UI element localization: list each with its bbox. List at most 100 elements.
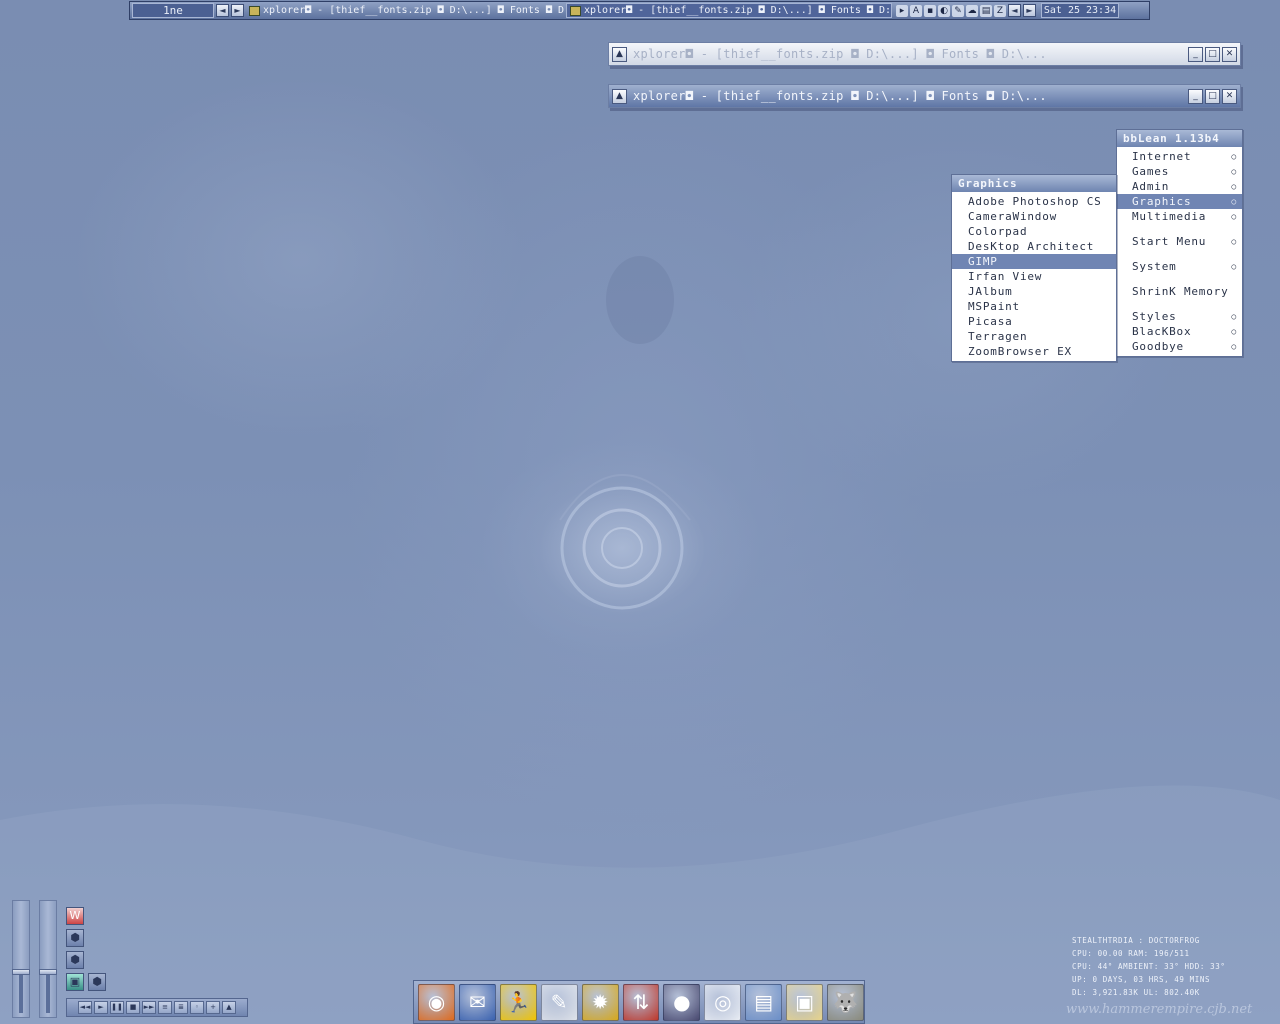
menu-item-start-menu[interactable]: Start Menu ○	[1117, 234, 1242, 249]
menu-item-blackbox[interactable]: BlacKBox ○	[1117, 324, 1242, 339]
folder-icon[interactable]: ▤	[980, 4, 992, 17]
media-eq-button[interactable]: ≡	[158, 1001, 172, 1014]
square-icon[interactable]: ▣	[66, 973, 84, 991]
system-monitor: STEALTHTRDIA : DOCTORFROG CPU: 00.00 RAM…	[1072, 934, 1272, 999]
menu-item-terragen[interactable]: Terragen	[952, 329, 1116, 344]
menu-item-gimp[interactable]: GIMP	[952, 254, 1116, 269]
menu-item-multimedia[interactable]: Multimedia ○	[1117, 209, 1242, 224]
menu-item-goodbye[interactable]: Goodbye ○	[1117, 339, 1242, 354]
tray-prev-button[interactable]: ◄	[1008, 4, 1021, 17]
volume-slider-1[interactable]	[12, 900, 30, 1018]
media-prev-button[interactable]: ◄◄	[78, 1001, 92, 1014]
menu-item-admin[interactable]: Admin ○	[1117, 179, 1242, 194]
menu-item-games[interactable]: Games ○	[1117, 164, 1242, 179]
cloud-icon[interactable]: ☁	[966, 4, 978, 17]
menu-item-label: Adobe Photoshop CS	[968, 195, 1102, 208]
thunderbird-icon[interactable]: ✉	[458, 983, 496, 1021]
network-computer-icon[interactable]: ▤	[745, 983, 783, 1021]
menu-item-camerawindow[interactable]: CameraWindow	[952, 209, 1116, 224]
explorer-window-active[interactable]: ▲ xplorer◘ - [thief__fonts.zip ◘ D:\...]…	[608, 84, 1241, 108]
menu-item-label: Colorpad	[968, 225, 1028, 238]
wallpaper-art	[0, 256, 1280, 1024]
menu-item-irfan-view[interactable]: Irfan View	[952, 269, 1116, 284]
media-add-button[interactable]: +	[206, 1001, 220, 1014]
menu-item-label: Goodbye	[1132, 340, 1184, 353]
maximize-button[interactable]: □	[1205, 88, 1220, 104]
firefox-icon[interactable]: ◉	[418, 983, 455, 1021]
menu-title: Graphics	[952, 175, 1116, 192]
hex-icon[interactable]: ⬢	[66, 951, 84, 969]
menu-item-desktop-architect[interactable]: DesKtop Architect	[952, 239, 1116, 254]
submenu-arrow-icon: ○	[1231, 212, 1237, 221]
menu-item-system[interactable]: System ○	[1117, 259, 1242, 274]
menu-item-label: ZoomBrowser EX	[968, 345, 1072, 358]
workspace-label[interactable]: 1ne	[132, 3, 214, 18]
menu-item-jalbum[interactable]: JAlbum	[952, 284, 1116, 299]
pen-icon[interactable]: ✎	[952, 4, 964, 17]
menu-item-label: Internet	[1132, 150, 1192, 163]
menu-item-label: System	[1132, 260, 1177, 273]
tray-next-button[interactable]: ►	[1023, 4, 1036, 17]
explorer-window-icon[interactable]: ▣	[786, 983, 824, 1021]
watermark: www.hammerempire.cjb.net	[1066, 1002, 1253, 1017]
hex-icon[interactable]: ⬢	[66, 929, 84, 947]
media-pause-button[interactable]: ❚❚	[110, 1001, 124, 1014]
explorer-window-inactive[interactable]: ▲ xplorer◘ - [thief__fonts.zip ◘ D:\...]…	[608, 42, 1241, 66]
window-menu-button[interactable]: ▲	[612, 46, 627, 62]
close-button[interactable]: ✕	[1222, 88, 1237, 104]
next-workspace-button[interactable]: ►	[231, 4, 244, 17]
slider-thumb[interactable]	[39, 969, 57, 976]
media-playlist-button[interactable]: ≣	[174, 1001, 188, 1014]
menu-item-colorpad[interactable]: Colorpad	[952, 224, 1116, 239]
picasa-icon[interactable]: ◎	[704, 983, 742, 1021]
menu-item-zoombrowser-ex[interactable]: ZoomBrowser EX	[952, 344, 1116, 359]
menu-item-mspaint[interactable]: MSPaint	[952, 299, 1116, 314]
media-up-button[interactable]: ▲	[222, 1001, 236, 1014]
aim-running-man-icon[interactable]: 🏃	[499, 983, 537, 1021]
media-options-button[interactable]: ◦	[190, 1001, 204, 1014]
task-title: xplorer◘ - [thief__fonts.zip ◘ D:\...] ◘…	[263, 5, 564, 16]
window-menu-button[interactable]: ▲	[612, 88, 627, 104]
winamp-icon[interactable]: W	[66, 907, 84, 925]
sysinfo-line: CPU: 44° AMBIENT: 33° HDD: 33°	[1072, 962, 1226, 971]
editor-pen-icon[interactable]: ✎	[540, 983, 578, 1021]
sysinfo-line: STEALTHTRDIA : DOCTORFROG	[1072, 936, 1200, 945]
hex-icon[interactable]: ⬢	[88, 973, 106, 991]
menu-arrow-icon[interactable]: ▸	[896, 4, 908, 17]
gimp-icon[interactable]: 🐺	[827, 983, 864, 1021]
media-next-button[interactable]: ►►	[142, 1001, 156, 1014]
taskbar-task-1[interactable]: xplorer◘ - [thief__fonts.zip ◘ D:\...] ◘…	[246, 3, 564, 18]
media-stop-button[interactable]: ■	[126, 1001, 140, 1014]
window-title: xplorer◘ - [thief__fonts.zip ◘ D:\...] ◘…	[633, 89, 1047, 103]
media-play-button[interactable]: ►	[94, 1001, 108, 1014]
menu-item-adobe-photoshop-cs[interactable]: Adobe Photoshop CS	[952, 194, 1116, 209]
planet-icon[interactable]: ●	[663, 983, 701, 1021]
tz-icon[interactable]: Z	[994, 4, 1006, 17]
maximize-button[interactable]: □	[1205, 46, 1220, 62]
menu-item-label: Styles	[1132, 310, 1177, 323]
network-icon[interactable]: ▪	[924, 4, 936, 17]
menu-item-shrink-memory[interactable]: ShrinK Memory	[1117, 284, 1242, 299]
slider-fill	[46, 971, 50, 1013]
taskbar-task-2[interactable]: xplorer◘ - [thief__fonts.zip ◘ D:\...] ◘…	[566, 3, 892, 18]
menu-item-styles[interactable]: Styles ○	[1117, 309, 1242, 324]
aim-icon[interactable]: A	[910, 4, 922, 17]
clock[interactable]: Sat 25 23:34	[1041, 3, 1119, 18]
bblean-root-menu: bbLean 1.13b4 Internet ○ Games ○ Admin ○ Graph…	[1116, 129, 1243, 357]
menu-item-label: Admin	[1132, 180, 1170, 193]
minimize-button[interactable]: _	[1188, 88, 1203, 104]
prev-workspace-button[interactable]: ◄	[216, 4, 229, 17]
volume-slider-2[interactable]	[39, 900, 57, 1018]
slider-thumb[interactable]	[12, 969, 30, 976]
close-button[interactable]: ✕	[1222, 46, 1237, 62]
system-tray: ▸ A ▪ ◐ ✎ ☁ ▤ Z ◄ ►	[896, 4, 1036, 17]
minimize-button[interactable]: _	[1188, 46, 1203, 62]
menu-item-internet[interactable]: Internet ○	[1117, 149, 1242, 164]
shield-icon[interactable]: ◐	[938, 4, 950, 17]
transfer-arrows-icon[interactable]: ⇅	[622, 983, 660, 1021]
submenu-arrow-icon: ○	[1231, 167, 1237, 176]
gear-sun-icon[interactable]: ✹	[581, 983, 619, 1021]
menu-item-picasa[interactable]: Picasa	[952, 314, 1116, 329]
submenu-arrow-icon: ○	[1231, 327, 1237, 336]
menu-item-graphics[interactable]: Graphics ○	[1117, 194, 1242, 209]
